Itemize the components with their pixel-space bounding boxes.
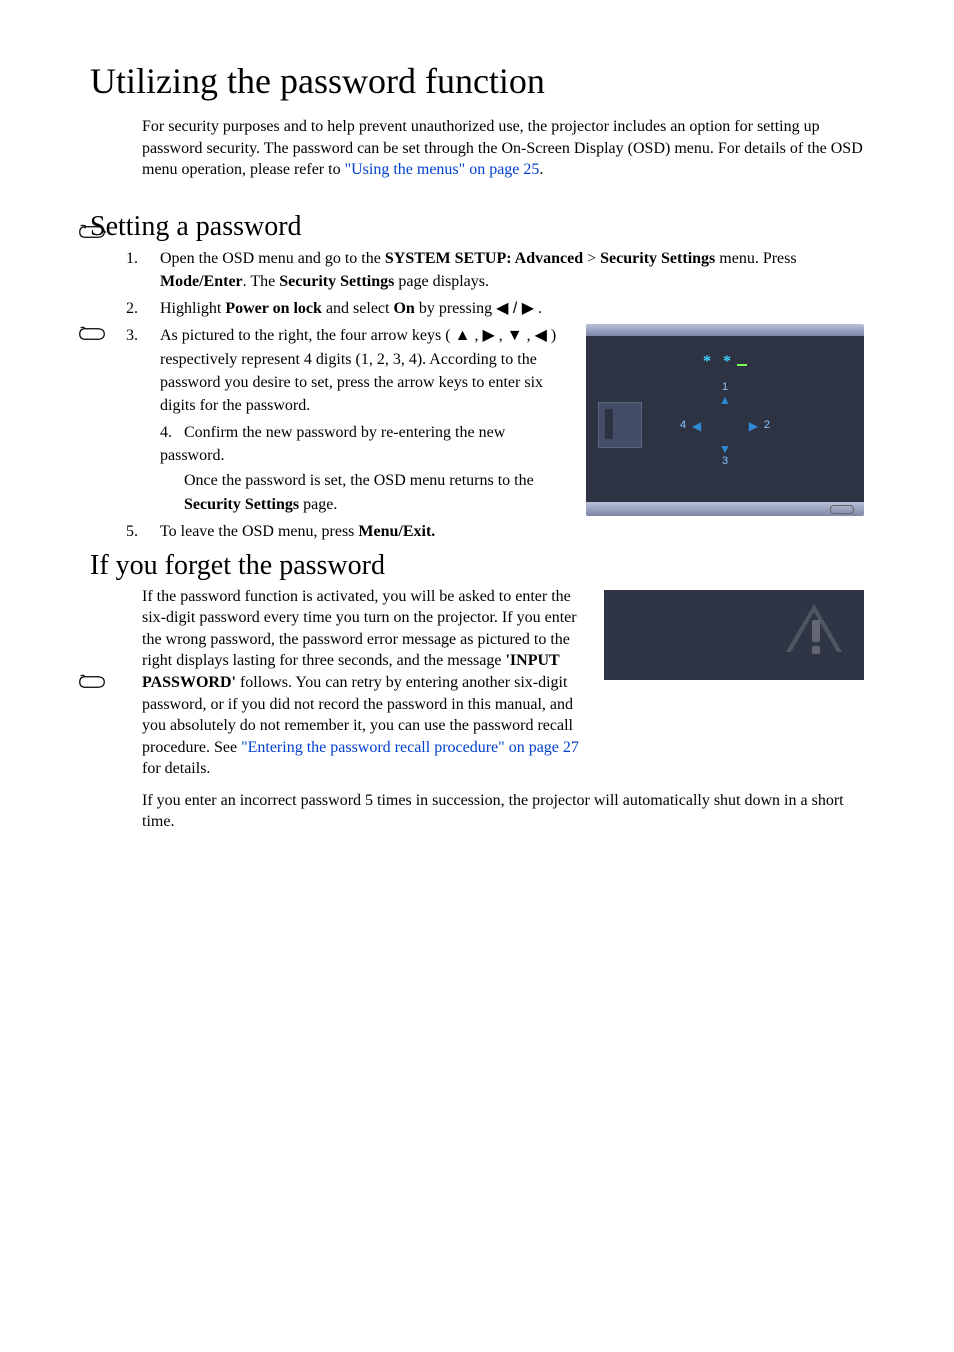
step1-sep: > [583,250,600,267]
forget-paragraph-1: If the password function is activated, y… [142,586,586,780]
heading-setting-password: Setting a password [90,211,864,243]
intro-paragraph: For security purposes and to help preven… [142,116,864,181]
step3-sep-b: , [470,327,482,344]
step4-text-a: Confirm the new password by re-entering … [160,424,505,464]
step3-sep-d: , [523,327,535,344]
step4-security-settings: Security Settings [184,496,299,513]
note-icon [78,222,106,248]
step2-arrow-left-right: ◀ / ▶ [496,297,534,320]
heading-forget-password: If you forget the password [90,550,864,582]
steps-list: Open the OSD menu and go to the SYSTEM S… [90,247,864,517]
osd-arrow-pad: 1 ▲ 4 ◀ ▶ 2 ▼ 3 [680,380,770,470]
intro-text-2: . [539,161,543,178]
pad-arrow-up-icon: ▲ [719,392,731,409]
arrow-left-icon: ◀ [535,324,547,347]
step5-text-a: To leave the OSD menu, press [160,523,358,540]
link-password-recall[interactable]: "Entering the password recall procedure"… [241,739,579,756]
step2-on: On [393,300,414,317]
forget-text-d: for details. [142,760,210,777]
step1-text-g: . The [243,273,280,290]
step3-text-a: As pictured to the right, the four arrow… [160,327,455,344]
osd-bottombar [586,502,864,516]
pad-digit-3: 3 [722,454,728,470]
arrow-down-icon: ▼ [507,324,523,347]
step2-power-on-lock: Power on lock [225,300,322,317]
step1-security-settings-2: Security Settings [279,273,394,290]
osd-entered-stars: * * [703,353,735,370]
forget-paragraph-2: If you enter an incorrect password 5 tim… [142,790,864,833]
password-error-figure [604,590,864,680]
step-5: To leave the OSD menu, press Menu/Exit. [142,520,864,543]
link-using-menus[interactable]: "Using the menus" on page 25 [345,161,540,178]
arrow-up-icon: ▲ [455,324,471,347]
pad-arrow-right-icon: ▶ [749,418,758,435]
step1-text-i: page displays. [394,273,489,290]
lock-icon [598,388,642,448]
pad-arrow-left-icon: ◀ [692,418,701,435]
step2-text-f: . [534,300,542,317]
step-4-inline: 4. Confirm the new password by re-enteri… [160,421,568,516]
step1-text-e: menu. Press [715,250,796,267]
forget-paragraph-wrap: If the password function is activated, y… [142,586,864,834]
note-icon [78,324,106,350]
step2-text-e: by pressing [415,300,496,317]
step1-text-a: Open the OSD menu and go to the [160,250,385,267]
step-2: Highlight Power on lock and select On by… [142,297,864,320]
note-icon [78,672,106,698]
step1-security-settings: Security Settings [600,250,715,267]
step3-sep-c: , [495,327,507,344]
warning-exclamation-icon [812,620,820,642]
step-3: As pictured to the right, the four arrow… [142,324,864,516]
steps-list-cont: To leave the OSD menu, press Menu/Exit. [90,520,864,543]
step5-menu-exit: Menu/Exit. [358,523,435,540]
step-1: Open the OSD menu and go to the SYSTEM S… [142,247,864,293]
step2-text-c: and select [322,300,394,317]
step2-text-a: Highlight [160,300,225,317]
page-title: Utilizing the password function [90,60,864,102]
pad-digit-4: 4 [680,418,686,434]
step1-system-setup: SYSTEM SETUP: Advanced [385,250,583,267]
step1-mode-enter: Mode/Enter [160,273,243,290]
step4-text-d: page. [299,496,337,513]
step4-text-b: Once the password is set, the OSD menu r… [184,472,534,489]
arrow-right-icon: ▶ [482,324,494,347]
osd-password-figure: * * 1 ▲ 4 ◀ ▶ 2 ▼ 3 [586,324,864,516]
osd-cursor [737,364,747,366]
pad-digit-2: 2 [764,418,770,434]
osd-password-digits: * * [598,350,852,372]
osd-titlebar [586,324,864,336]
